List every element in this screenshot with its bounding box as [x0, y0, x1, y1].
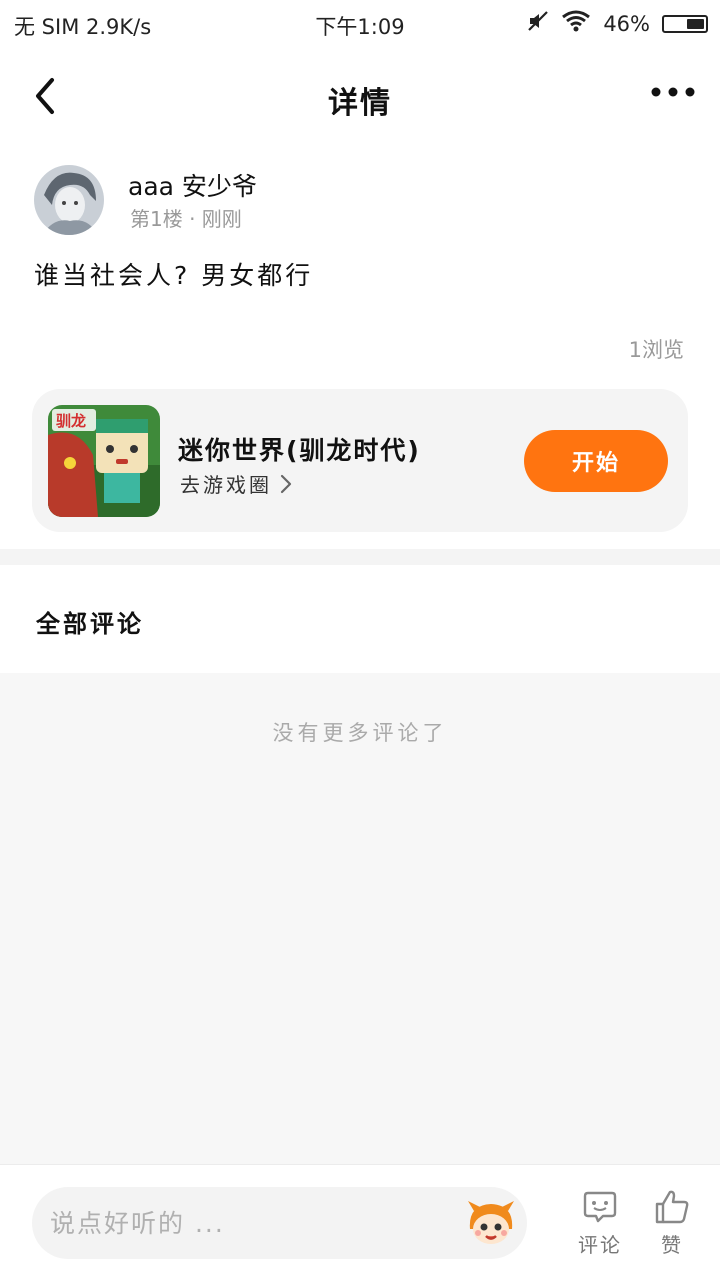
game-circle-label: 去游戏圈	[180, 473, 272, 497]
mute-icon	[527, 10, 549, 37]
comment-button[interactable]: 评论	[570, 1189, 630, 1269]
sticker-mascot-icon[interactable]	[464, 1199, 518, 1247]
no-more-comments: 没有更多评论了	[272, 721, 448, 745]
comment-input[interactable]	[32, 1187, 527, 1259]
post-author: aaa 安少爷 第1楼 · 刚刚	[34, 165, 684, 237]
status-icons: 46%	[527, 10, 708, 37]
more-dots-icon	[651, 87, 695, 97]
floor-number: 第1楼	[130, 207, 183, 231]
comments-heading: 全部评论	[36, 610, 144, 638]
comment-label: 评论	[578, 1233, 622, 1257]
chevron-right-icon	[280, 474, 292, 493]
section-divider	[0, 549, 720, 565]
avatar-image	[34, 165, 104, 235]
game-icon: 驯龙	[48, 405, 160, 517]
status-bar: 无 SIM 2.9K/s 下午1:09 46%	[0, 0, 720, 48]
like-label: 赞	[661, 1233, 683, 1257]
game-name: 迷你世界(驯龙时代)	[178, 436, 421, 465]
game-card[interactable]: 驯龙 迷你世界(驯龙时代) 去游戏圈 开始	[32, 389, 688, 532]
game-circle-link[interactable]: 去游戏圈	[180, 469, 294, 498]
post-time: · 刚刚	[189, 207, 242, 231]
battery-percent: 46%	[603, 11, 650, 36]
comment-icon	[583, 1191, 617, 1223]
thumbs-up-icon	[655, 1190, 689, 1224]
comments-list: 没有更多评论了	[0, 673, 720, 1165]
wifi-icon	[561, 10, 591, 37]
post-meta: 第1楼 · 刚刚	[130, 203, 242, 232]
like-button[interactable]: 赞	[642, 1189, 702, 1269]
view-count: 1浏览	[628, 338, 684, 362]
nav-bar: 详情	[0, 48, 720, 144]
battery-level	[687, 18, 704, 29]
more-button[interactable]	[648, 78, 698, 110]
battery-icon	[662, 14, 708, 33]
start-button[interactable]: 开始	[524, 430, 668, 492]
author-name[interactable]: aaa 安少爷	[128, 167, 257, 203]
bottom-bar: 评论 赞	[0, 1164, 720, 1281]
post-content: 谁当社会人? 男女都行	[34, 261, 314, 290]
page-title: 详情	[328, 86, 392, 121]
game-icon-text: 驯龙	[56, 412, 86, 430]
avatar[interactable]	[34, 165, 104, 235]
game-icon-image: 驯龙	[48, 405, 160, 517]
